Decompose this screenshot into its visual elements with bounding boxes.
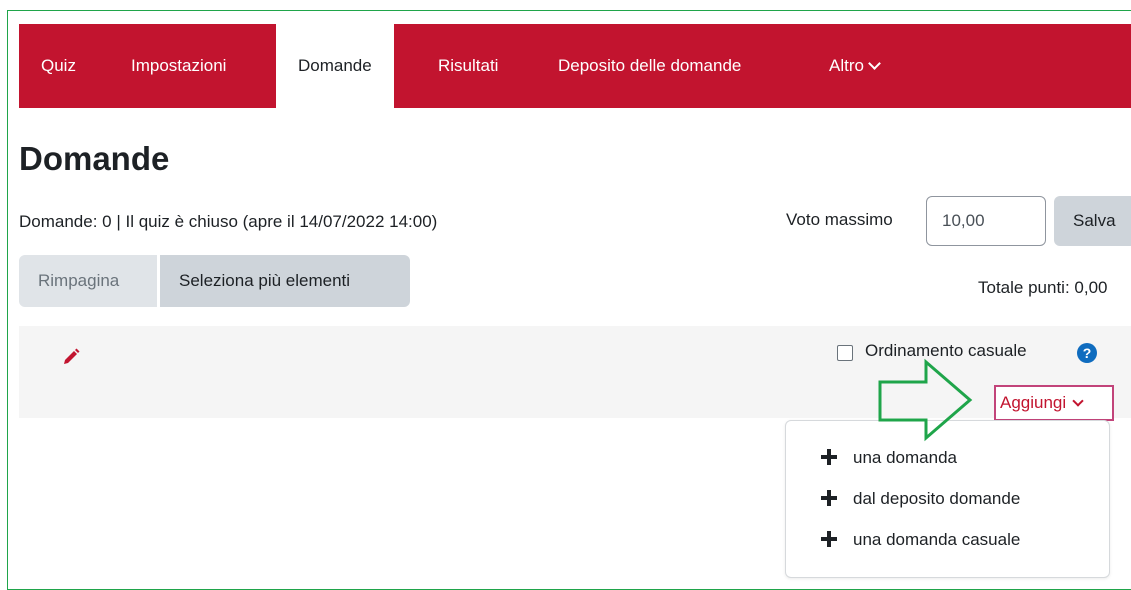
tab-questions[interactable]: Domande (276, 24, 394, 110)
chevron-down-icon (1072, 395, 1084, 407)
plus-icon (821, 449, 837, 465)
tab-more[interactable]: Altro (829, 24, 881, 108)
tab-results[interactable]: Risultati (438, 24, 498, 108)
max-grade-input[interactable]: 10,00 (926, 196, 1046, 246)
add-dropdown-label: Aggiungi (1000, 393, 1067, 412)
shuffle-checkbox[interactable] (837, 345, 853, 361)
plus-icon (821, 531, 837, 547)
tab-question-bank[interactable]: Deposito delle domande (558, 24, 741, 108)
shuffle-label: Ordinamento casuale (865, 341, 1027, 360)
quiz-status: Domande: 0 | Il quiz è chiuso (apre il 1… (19, 212, 438, 231)
select-multiple-button[interactable]: Seleziona più elementi (160, 255, 410, 307)
max-grade-label: Voto massimo (786, 210, 893, 229)
chevron-down-icon (868, 57, 881, 70)
add-menu-item-question[interactable]: una domanda (821, 443, 957, 473)
add-menu-item-from-bank[interactable]: dal deposito domande (821, 484, 1020, 514)
add-menu: una domanda dal deposito domande una dom… (785, 420, 1110, 578)
tab-more-label: Altro (829, 56, 864, 75)
tab-quiz[interactable]: Quiz (41, 24, 76, 108)
tab-settings[interactable]: Impostazioni (131, 24, 226, 108)
question-circle-icon[interactable]: ? (1077, 343, 1097, 363)
page-title: Domande (19, 140, 170, 177)
pencil-icon[interactable] (62, 348, 80, 366)
add-menu-item-label: una domanda (853, 448, 957, 467)
repaginate-button[interactable]: Rimpagina (19, 255, 157, 307)
add-dropdown-button[interactable]: Aggiungi (994, 385, 1114, 421)
total-points: Totale punti: 0,00 (978, 278, 1108, 297)
save-button[interactable]: Salva (1054, 196, 1131, 246)
add-menu-item-random[interactable]: una domanda casuale (821, 525, 1020, 555)
add-menu-item-label: una domanda casuale (853, 530, 1021, 549)
add-menu-item-label: dal deposito domande (853, 489, 1021, 508)
plus-icon (821, 490, 837, 506)
secondary-navigation: Quiz Impostazioni Domande Risultati Depo… (19, 24, 1131, 110)
section-panel (19, 326, 1131, 418)
